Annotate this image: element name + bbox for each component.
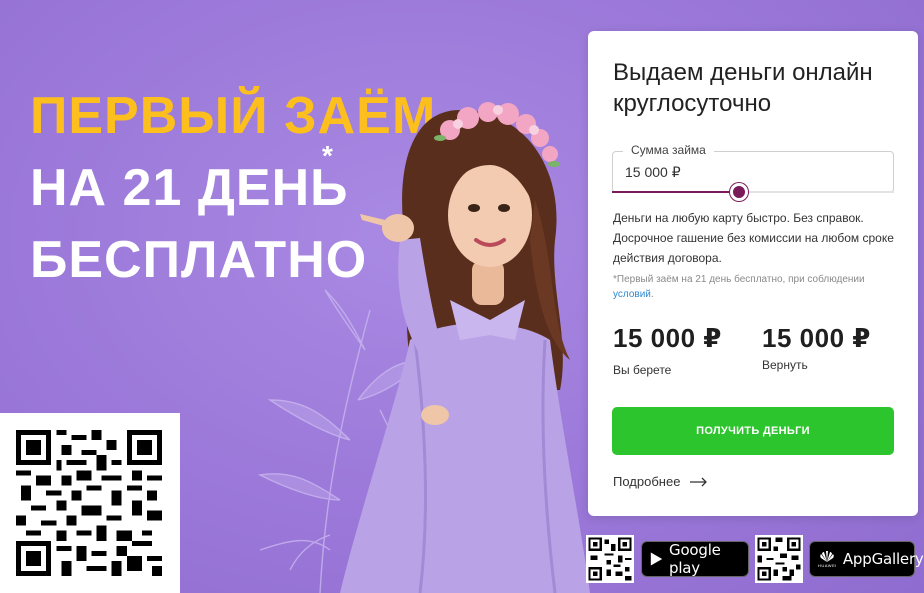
terms-note-end: .: [650, 289, 654, 300]
google-play-label: Google play: [669, 541, 721, 577]
google-play-icon: [650, 552, 663, 566]
huawei-logo: HUAWEI: [818, 550, 837, 568]
qr-code: [0, 413, 180, 593]
return-label: Вернуть: [762, 358, 808, 372]
terms-link[interactable]: условий: [613, 289, 651, 300]
get-money-button[interactable]: ПОЛУЧИТЬ ДЕНЬГИ: [612, 407, 894, 455]
amount-slider[interactable]: [612, 183, 894, 201]
store-qr-google: [586, 535, 634, 583]
appgallery-button[interactable]: HUAWEI AppGallery: [809, 541, 924, 577]
terms-note-text: *Первый заём на 21 день бесплатно, при с…: [613, 274, 865, 285]
store-qr-huawei: [755, 535, 803, 583]
amount-field[interactable]: Сумма займа 15 000 ₽: [612, 143, 894, 193]
amount-slider-thumb[interactable]: [729, 183, 748, 201]
more-link[interactable]: Подробнее: [613, 474, 708, 489]
amount-field-label: Сумма займа: [623, 143, 714, 157]
huawei-brand-label: HUAWEI: [818, 562, 837, 568]
card-title: Выдаем деньги онлайн круглосуточно: [613, 59, 873, 117]
headline-asterisk: *: [322, 140, 333, 171]
card-description: Деньги на любую карту быстро. Без справо…: [613, 211, 894, 265]
appgallery-label: AppGallery: [842, 550, 924, 568]
take-amount: 15 000 ₽: [613, 323, 722, 353]
woman-image: [340, 102, 590, 593]
loan-card: Выдаем деньги онлайн круглосуточно Сумма…: [588, 31, 918, 516]
take-label: Вы берете: [613, 363, 672, 377]
huawei-icon: [820, 550, 835, 562]
google-play-button[interactable]: Google play: [641, 541, 749, 577]
amount-slider-fill: [612, 191, 739, 193]
arrow-right-icon: [690, 477, 708, 486]
more-link-label: Подробнее: [613, 474, 681, 489]
terms-note: *Первый заём на 21 день бесплатно, при с…: [613, 272, 903, 302]
return-amount: 15 000 ₽: [762, 323, 871, 353]
amount-field-value[interactable]: 15 000 ₽: [625, 164, 681, 181]
